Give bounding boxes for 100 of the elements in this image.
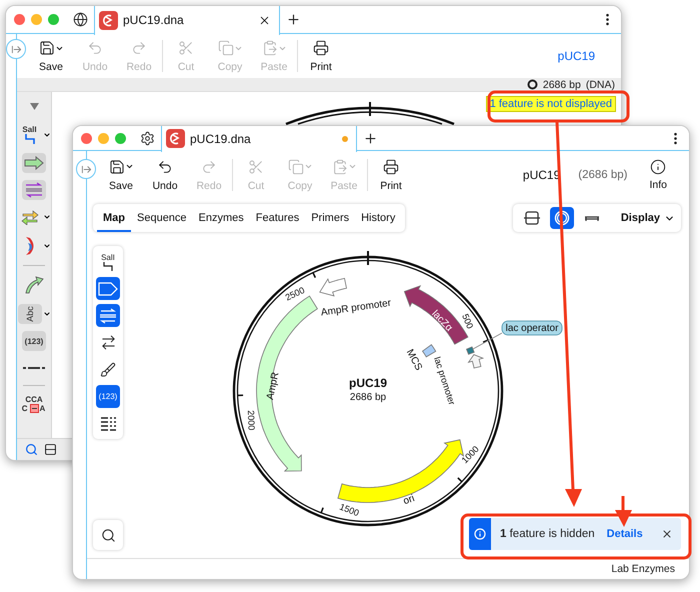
text-tool-button[interactable]: Abc <box>18 304 42 324</box>
alignment-tool-button[interactable]: CCA C A <box>20 393 48 415</box>
view-tab[interactable]: Primers <box>305 204 356 232</box>
redo-icon <box>131 40 147 56</box>
feature-tool-button[interactable] <box>22 153 46 173</box>
feature-label: AmpR <box>264 371 282 401</box>
feature-label: AmpR promoter <box>320 298 392 318</box>
hidden-feature-notice: 1 feature is not displayed <box>486 96 616 112</box>
search-button[interactable] <box>93 520 123 550</box>
copy-icon <box>288 158 304 174</box>
tab-title: pUC19.dna <box>123 13 185 28</box>
feature-label: MCS <box>404 348 424 372</box>
redo-icon <box>201 158 217 174</box>
tick-mark <box>312 272 316 278</box>
print-button[interactable]: Print <box>299 36 343 76</box>
details-link[interactable]: Details <box>606 528 643 540</box>
molecule-type: (DNA) <box>586 78 615 90</box>
numbers-tool-button[interactable]: (123) <box>96 385 120 408</box>
sidebar-toggle-button[interactable] <box>76 159 96 179</box>
arrow-icon <box>24 156 44 170</box>
view-tab[interactable]: History <box>355 204 402 232</box>
sequence-name: pUC19 <box>558 49 595 63</box>
scissors-icon <box>248 158 264 174</box>
brush-icon <box>100 362 116 378</box>
copy-icon <box>218 40 234 56</box>
sidebar-toggle-button[interactable] <box>6 39 26 59</box>
info-icon <box>474 528 486 540</box>
undo-button[interactable]: Undo <box>143 154 187 194</box>
enzyme-tool-button[interactable]: SalI <box>18 123 42 146</box>
paste-icon <box>332 158 348 174</box>
strands-tool-button[interactable] <box>22 180 46 200</box>
circular-view-icon <box>554 210 570 226</box>
strands-icon <box>24 182 44 198</box>
list-icon <box>100 416 116 432</box>
notification-message: 1 feature is hidden <box>500 528 595 540</box>
settings-icon <box>140 130 155 146</box>
view-tab[interactable]: Sequence <box>131 204 193 232</box>
gap-icon <box>30 404 38 413</box>
save-button[interactable]: Save <box>29 36 73 76</box>
primers-icon <box>20 209 38 225</box>
view-tab[interactable]: Enzymes <box>192 204 250 232</box>
curved-arrow-icon <box>24 275 44 295</box>
print-button[interactable]: Print <box>369 154 413 194</box>
plasmid-name: pUC19 <box>349 376 387 390</box>
expand-icon <box>10 44 22 54</box>
search-icon <box>100 528 116 542</box>
info-icon <box>650 158 666 174</box>
feature-label: ori <box>402 493 416 508</box>
ruler-icon <box>23 364 45 372</box>
save-button[interactable]: Save <box>99 154 143 194</box>
tick-label: 2500 <box>284 285 306 303</box>
display-menu[interactable]: Display <box>606 212 677 224</box>
printer-icon <box>313 40 329 56</box>
tick-mark <box>237 394 244 396</box>
strands-icon <box>98 308 118 324</box>
close-icon <box>661 528 673 540</box>
close-window-button[interactable] <box>14 14 25 25</box>
feature-tool-button[interactable] <box>96 277 120 300</box>
scissors-icon <box>178 40 194 56</box>
view-tab[interactable]: Map <box>97 204 131 232</box>
tick-mark <box>457 477 463 483</box>
document-tab[interactable]: pUC19.dna <box>94 6 280 34</box>
app-logo-icon <box>99 10 118 30</box>
caret-icon <box>42 213 50 221</box>
app-logo-icon <box>166 129 185 148</box>
search-icon[interactable] <box>25 443 38 456</box>
sequence-view-icon <box>524 211 540 225</box>
caret-icon <box>42 242 50 250</box>
caret-icon <box>124 162 134 171</box>
document-tab[interactable]: pUC19.dna <box>161 126 357 152</box>
tick-label: 1500 <box>338 502 360 518</box>
caret-icon <box>304 162 312 171</box>
tick-mark <box>320 507 324 514</box>
leader-line <box>472 332 502 350</box>
info-button[interactable]: Info <box>649 158 667 190</box>
tick-label: 500 <box>460 312 476 330</box>
cut-site-icon <box>103 262 113 270</box>
close-window-button[interactable] <box>81 132 92 144</box>
cut-site-icon <box>24 134 34 144</box>
plus-icon <box>286 12 301 27</box>
circular-icon <box>526 79 538 90</box>
callout-arrow <box>615 496 632 527</box>
paste-icon <box>262 40 278 56</box>
undo-icon <box>157 158 173 174</box>
caret-icon <box>42 130 50 138</box>
enzyme-tool-button[interactable]: SalI <box>96 250 120 273</box>
pentagon-icon <box>98 282 118 296</box>
numbers-tool-button[interactable]: (123) <box>22 331 46 351</box>
globe-icon <box>73 12 88 27</box>
view-tab[interactable]: Features <box>250 204 306 232</box>
strands-tool-button[interactable] <box>96 304 120 327</box>
tick-mark <box>482 339 489 343</box>
swap-icon <box>100 334 116 351</box>
layout-icon[interactable] <box>44 443 57 456</box>
arc-icon <box>24 236 36 256</box>
save-icon <box>38 40 54 56</box>
feature-label: lac operator <box>502 320 562 336</box>
sequence-length: 2686 bp <box>542 78 581 90</box>
close-button[interactable] <box>661 528 673 540</box>
caret-icon <box>348 162 356 171</box>
